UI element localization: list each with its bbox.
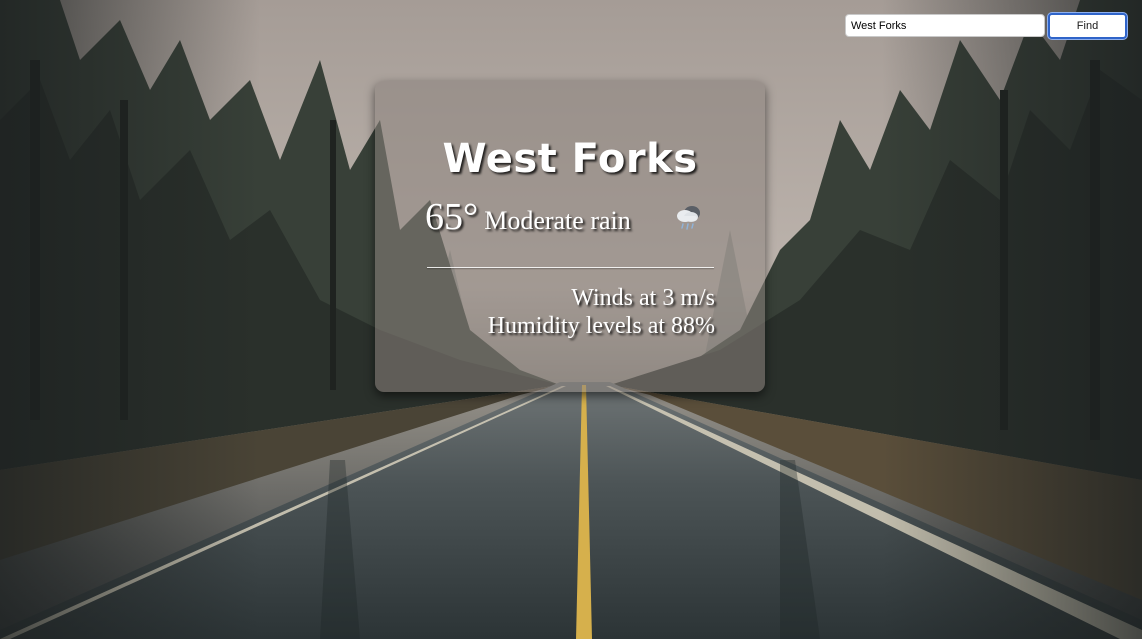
weather-card: West Forks 65° Moderate rain Winds at 3 … (375, 81, 765, 392)
temperature: 65° (425, 196, 479, 238)
condition-text: Moderate rain (484, 206, 631, 235)
find-button[interactable]: Find (1048, 13, 1127, 39)
current-conditions: 65° Moderate rain (425, 195, 631, 239)
humidity: Humidity levels at 88% (487, 313, 715, 339)
rain-cloud-icon (677, 206, 700, 230)
city-name: West Forks (442, 136, 698, 182)
city-search-input[interactable] (845, 14, 1045, 37)
divider (427, 267, 714, 268)
city-search-form: Find (845, 13, 1127, 39)
wind-speed: Winds at 3 m/s (571, 285, 715, 311)
weather-details: Winds at 3 m/s Humidity levels at 88% (488, 284, 715, 340)
